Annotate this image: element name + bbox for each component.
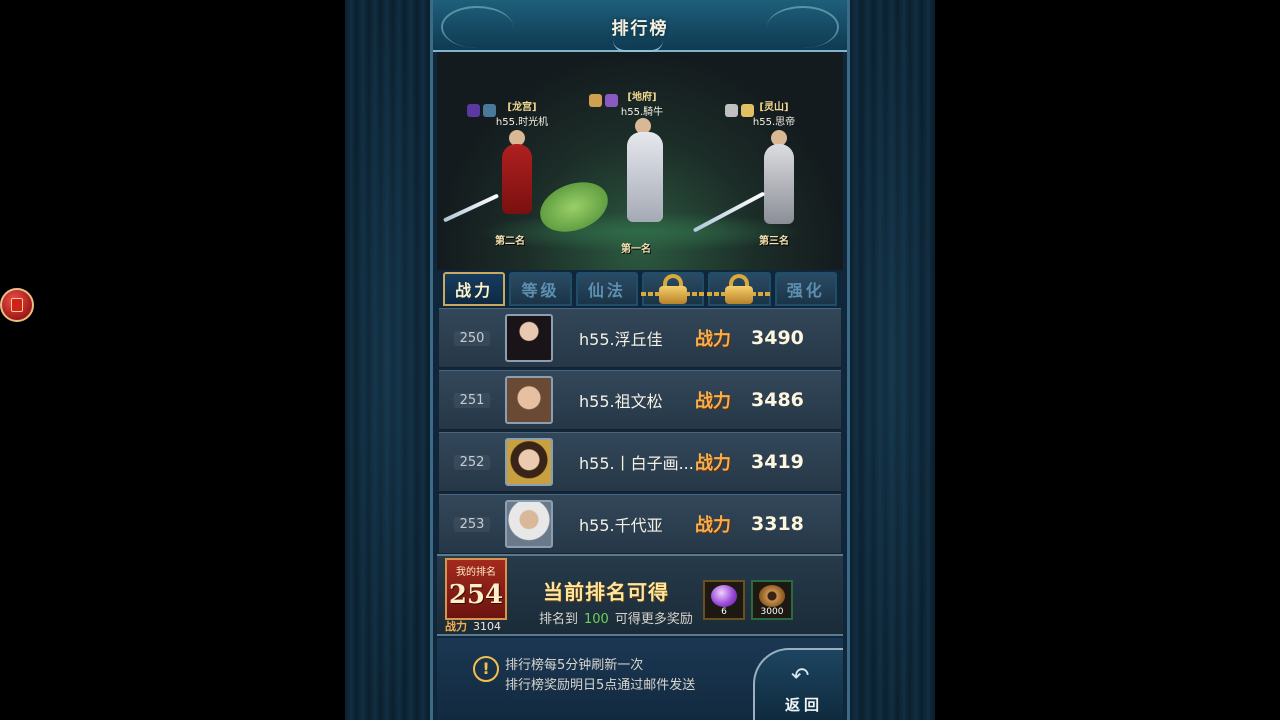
- avatar: [505, 500, 553, 548]
- sword-icon: [692, 191, 766, 233]
- page-title: 排行榜: [611, 19, 669, 39]
- pet-icon: [483, 104, 496, 117]
- sword-icon: [442, 193, 500, 223]
- leaderboard-panel: 排行榜 [龙宫] h55.时光机 第二名 [地府] h55.騎牛 第一名 [灵山…: [430, 0, 850, 720]
- rank-number: 252: [439, 454, 505, 470]
- top-ranker-third[interactable]: [灵山] h55.思帝 第三名: [692, 98, 829, 248]
- tab-locked-2[interactable]: [707, 272, 772, 306]
- category-tabs: 战力 等级 仙法 强化: [437, 272, 843, 308]
- avatar: [505, 376, 553, 424]
- power-value: 3486: [751, 389, 804, 411]
- player-name: h55.浮丘佳: [579, 330, 663, 349]
- rank-number: 253: [439, 516, 505, 532]
- my-power: 战力 3104: [445, 618, 501, 634]
- guild-badge-icon: [467, 104, 480, 117]
- reward-item-coin[interactable]: 3000: [751, 580, 793, 620]
- item-count: 3000: [760, 607, 784, 617]
- red-packet-icon[interactable]: [0, 288, 34, 322]
- guild-badge-icon: [589, 94, 602, 107]
- power-value: 3318: [751, 513, 804, 535]
- reward-sub-suffix: 可得更多奖励: [614, 612, 693, 627]
- ranking-row[interactable]: 252 h55.丨白子画... 战力 3419: [439, 432, 841, 492]
- ranking-list: 250 h55.浮丘佳 战力 3490 251 h55.祖文松 战力 3486 …: [439, 308, 841, 556]
- notice-refresh: 排行榜每5分钟刷新一次: [505, 658, 644, 673]
- power-value: 3419: [751, 451, 804, 473]
- reward-target-rank: 100: [584, 612, 609, 627]
- tab-spell[interactable]: 仙法: [575, 272, 638, 306]
- place-label: 第二名: [495, 236, 525, 247]
- tab-level[interactable]: 等级: [509, 272, 572, 306]
- title-ornament: [613, 40, 663, 52]
- tab-enhance[interactable]: 强化: [774, 272, 837, 306]
- character-figure-white: [627, 132, 663, 222]
- power-value: 3490: [751, 327, 804, 349]
- reward-item-gem[interactable]: 6: [703, 580, 745, 620]
- title-bar: 排行榜: [433, 0, 847, 52]
- right-side-decoration: [850, 0, 935, 720]
- my-rank-title: 我的排名: [456, 567, 496, 578]
- ranking-row[interactable]: 250 h55.浮丘佳 战力 3490: [439, 308, 841, 368]
- lock-icon: [641, 274, 706, 306]
- notice-mail: 排行榜奖励明日5点通过邮件发送: [505, 678, 696, 693]
- ranking-row[interactable]: 251 h55.祖文松 战力 3486: [439, 370, 841, 430]
- avatar: [505, 438, 553, 486]
- character-figure-red: [502, 144, 532, 214]
- my-rank-number: 254: [448, 580, 504, 610]
- player-name: h55.千代亚: [579, 516, 663, 535]
- top-three-stage: [龙宫] h55.时光机 第二名 [地府] h55.騎牛 第一名 [灵山] h5…: [437, 52, 843, 270]
- back-label: 返回: [785, 696, 824, 714]
- reward-sub-prefix: 排名到: [539, 612, 579, 627]
- power-label: 战力: [695, 453, 731, 474]
- rank-number: 251: [439, 392, 505, 408]
- pet-icon: [741, 104, 754, 117]
- my-power-value: 3104: [473, 620, 501, 633]
- info-icon: !: [473, 656, 499, 682]
- reward-title: 当前排名可得: [543, 580, 669, 604]
- guild-badge-icon: [725, 104, 738, 117]
- top-ranker-first[interactable]: [地府] h55.騎牛 第一名: [533, 88, 697, 258]
- back-button[interactable]: ↶ 返回: [753, 648, 843, 720]
- left-side-decoration: [345, 0, 430, 720]
- power-label: 战力: [695, 329, 731, 350]
- avatar: [505, 314, 553, 362]
- copper-coin-icon: [759, 585, 785, 607]
- power-label: 战力: [695, 515, 731, 536]
- player-name: h55.祖文松: [579, 392, 663, 411]
- pet-icon: [605, 94, 618, 107]
- footer: ! 排行榜每5分钟刷新一次 排行榜奖励明日5点通过邮件发送 ↶ 返回: [437, 638, 843, 720]
- tab-power[interactable]: 战力: [443, 272, 506, 306]
- item-count: 6: [721, 607, 727, 617]
- my-rank-bar: 我的排名 254 战力 3104 当前排名可得 排名到 100 可得更多奖励 6 30…: [437, 554, 843, 636]
- place-label: 第一名: [621, 244, 651, 255]
- back-arrow-icon: ↶: [791, 664, 810, 689]
- rank-number: 250: [439, 330, 505, 346]
- place-label: 第三名: [759, 236, 789, 247]
- lock-icon: [707, 274, 772, 306]
- my-power-label: 战力: [445, 620, 467, 633]
- ranking-row[interactable]: 253 h55.千代亚 战力 3318: [439, 494, 841, 554]
- player-name: h55.丨白子画...: [579, 454, 694, 473]
- power-label: 战力: [695, 391, 731, 412]
- purple-gem-icon: [711, 585, 737, 607]
- my-rank-box: 我的排名 254: [445, 558, 507, 620]
- character-figure-grey: [764, 144, 794, 224]
- tab-locked-1[interactable]: [641, 272, 706, 306]
- reward-subtitle: 排名到 100 可得更多奖励: [539, 608, 693, 627]
